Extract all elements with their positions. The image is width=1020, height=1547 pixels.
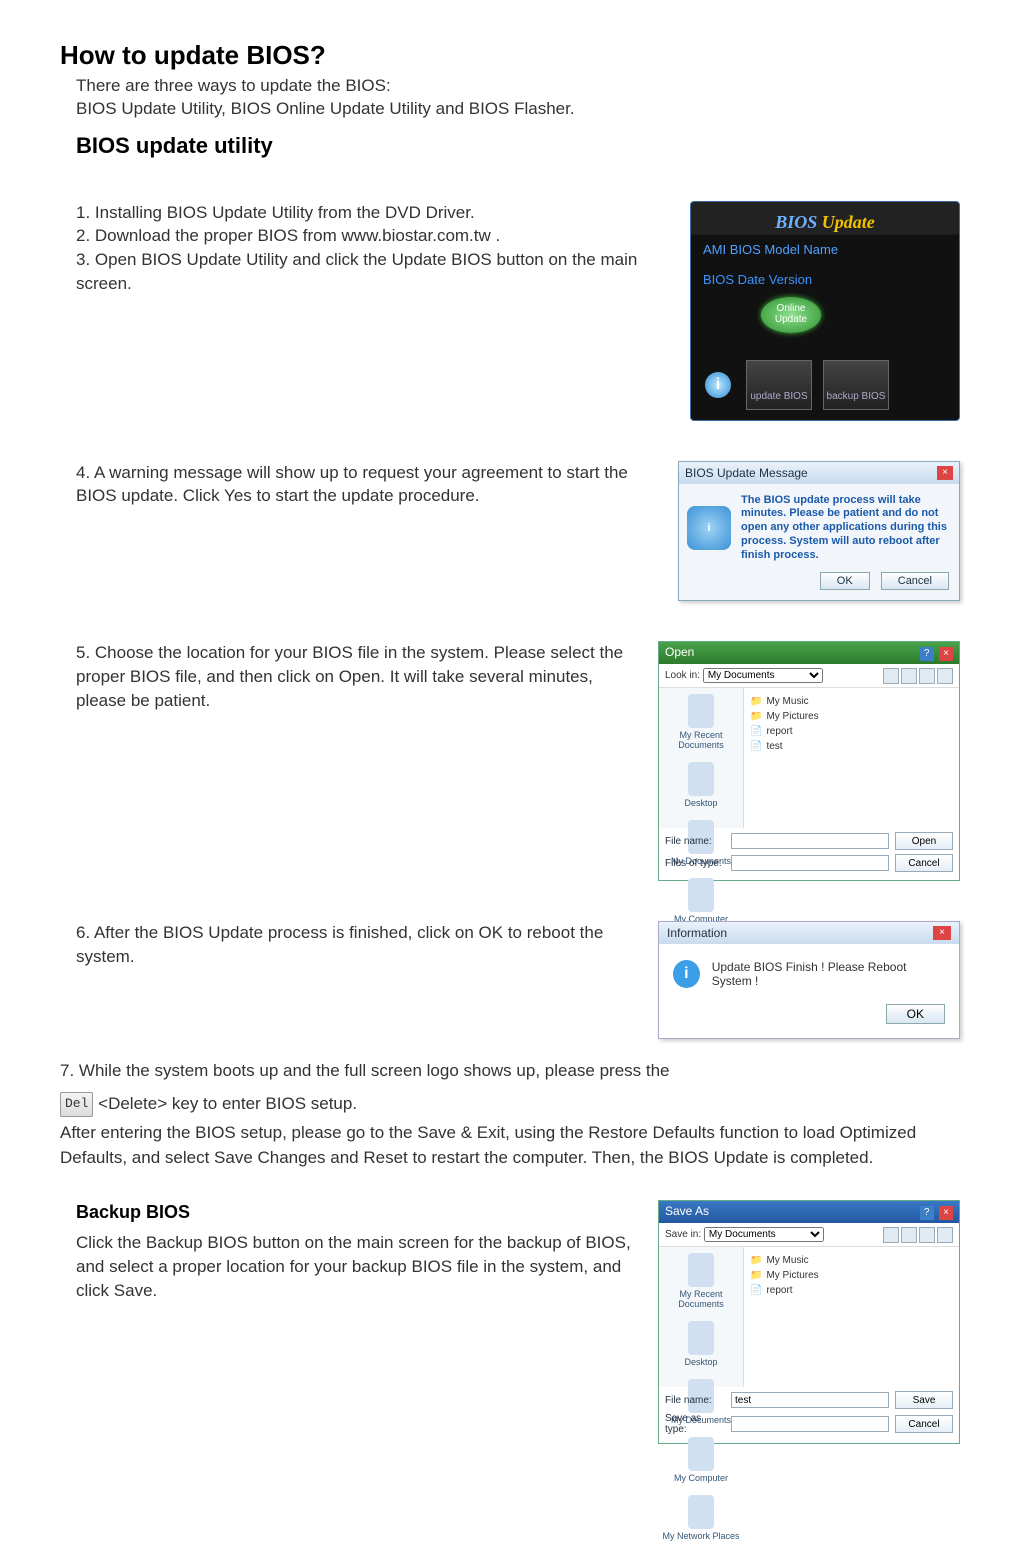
- close-icon[interactable]: ×: [939, 647, 953, 661]
- lookin-select[interactable]: My Documents: [703, 668, 823, 683]
- cancel-button[interactable]: Cancel: [895, 1415, 953, 1433]
- step-1: 1. Installing BIOS Update Utility from t…: [76, 201, 670, 225]
- open-title: Open: [665, 645, 694, 661]
- save-dialog-screenshot: Save As ? × Save in: My Documents My Rec…: [658, 1200, 960, 1444]
- bios-app-title: BIOS Update: [691, 212, 959, 233]
- place-network[interactable]: My Network Places: [659, 1489, 743, 1547]
- step-4: 4. A warning message will show up to req…: [60, 461, 658, 509]
- backup-section: Backup BIOS Click the Backup BIOS button…: [60, 1200, 638, 1303]
- filetype-input[interactable]: [731, 855, 889, 871]
- list-item[interactable]: My Pictures: [750, 1268, 953, 1283]
- ok-button[interactable]: OK: [886, 1004, 945, 1024]
- info-dialog-screenshot: Information × i Update BIOS Finish ! Ple…: [658, 921, 960, 1039]
- filename-label: File name:: [665, 836, 725, 847]
- bios-date: BIOS Date Version: [703, 272, 812, 287]
- list-item[interactable]: report: [750, 724, 953, 739]
- cancel-button[interactable]: Cancel: [881, 572, 949, 590]
- backup-text: Click the Backup BIOS button on the main…: [76, 1231, 638, 1302]
- intro-block: There are three ways to update the BIOS:…: [60, 75, 960, 161]
- newfolder-icon[interactable]: [919, 668, 935, 684]
- filetype-label: Files of type:: [665, 858, 725, 869]
- back-icon[interactable]: [883, 668, 899, 684]
- title-update: Update: [822, 212, 875, 232]
- view-icon[interactable]: [937, 1227, 953, 1243]
- intro-line-2: BIOS Update Utility, BIOS Online Update …: [76, 98, 960, 121]
- list-item[interactable]: My Music: [750, 694, 953, 709]
- bios-model: AMI BIOS Model Name: [703, 242, 838, 257]
- step-7-line1: 7. While the system boots up and the ful…: [60, 1059, 960, 1084]
- del-key-icon: Del: [60, 1092, 93, 1117]
- info-icon: i: [673, 960, 700, 988]
- filename-input[interactable]: [731, 833, 889, 849]
- bios-utility-screenshot: BIOS Update AMI BIOS Model Name BIOS Dat…: [690, 201, 960, 421]
- cancel-button[interactable]: Cancel: [895, 854, 953, 872]
- update-bios-button[interactable]: update BIOS: [746, 360, 812, 410]
- save-title: Save As: [665, 1204, 709, 1220]
- newfolder-icon[interactable]: [919, 1227, 935, 1243]
- lookin-label: Look in:: [665, 670, 700, 681]
- filename-input[interactable]: [731, 1392, 889, 1408]
- place-mycomputer[interactable]: My Computer: [659, 1431, 743, 1489]
- back-icon[interactable]: [883, 1227, 899, 1243]
- warning-message: The BIOS update process will take minute…: [741, 494, 951, 563]
- place-recent[interactable]: My Recent Documents: [659, 1247, 743, 1315]
- step-2: 2. Download the proper BIOS from www.bio…: [76, 224, 670, 248]
- warning-title: BIOS Update Message: [685, 466, 808, 480]
- filetype-input[interactable]: [731, 1416, 889, 1432]
- place-recent[interactable]: My Recent Documents: [659, 688, 743, 756]
- open-dialog-screenshot: Open ? × Look in: My Documents My Recent…: [658, 641, 960, 881]
- savein-select[interactable]: My Documents: [704, 1227, 824, 1242]
- section-heading-utility: BIOS update utility: [76, 131, 960, 161]
- close-icon[interactable]: ×: [933, 926, 951, 940]
- file-list: My Music My Pictures report test: [744, 688, 959, 828]
- step-7-line3: After entering the BIOS setup, please go…: [60, 1121, 960, 1170]
- ok-button[interactable]: OK: [820, 572, 870, 590]
- help-icon[interactable]: ?: [920, 647, 934, 661]
- places-bar: My Recent Documents Desktop My Documents…: [659, 688, 744, 828]
- open-button[interactable]: Open: [895, 832, 953, 850]
- view-icon[interactable]: [937, 668, 953, 684]
- close-icon[interactable]: ×: [939, 1206, 953, 1220]
- info-icon: i: [687, 506, 731, 550]
- filetype-label: Save as type:: [665, 1413, 725, 1435]
- step-7-line2: <Delete> key to enter BIOS setup.: [98, 1094, 357, 1113]
- up-icon[interactable]: [901, 668, 917, 684]
- list-item[interactable]: test: [750, 739, 953, 754]
- page-title: How to update BIOS?: [60, 40, 960, 71]
- help-icon[interactable]: ?: [920, 1206, 934, 1220]
- savein-label: Save in:: [665, 1229, 701, 1240]
- steps-1-3: 1. Installing BIOS Update Utility from t…: [60, 201, 670, 296]
- up-icon[interactable]: [901, 1227, 917, 1243]
- step-3: 3. Open BIOS Update Utility and click th…: [76, 248, 670, 296]
- filename-label: File name:: [665, 1395, 725, 1406]
- close-icon[interactable]: ×: [937, 466, 953, 480]
- backup-heading: Backup BIOS: [76, 1200, 638, 1225]
- info-title: Information: [667, 926, 727, 940]
- place-desktop[interactable]: Desktop: [659, 756, 743, 814]
- backup-bios-button[interactable]: backup BIOS: [823, 360, 889, 410]
- intro-line-1: There are three ways to update the BIOS:: [76, 75, 960, 98]
- title-bios: BIOS: [775, 212, 817, 232]
- info-icon[interactable]: i: [705, 372, 731, 398]
- file-list: My Music My Pictures report: [744, 1247, 959, 1387]
- warning-dialog-screenshot: BIOS Update Message × i The BIOS update …: [678, 461, 960, 602]
- online-update-button[interactable]: Online Update: [761, 297, 821, 333]
- info-message: Update BIOS Finish ! Please Reboot Syste…: [712, 960, 945, 988]
- list-item[interactable]: report: [750, 1283, 953, 1298]
- list-item[interactable]: My Music: [750, 1253, 953, 1268]
- places-bar: My Recent Documents Desktop My Documents…: [659, 1247, 744, 1387]
- step-5: 5. Choose the location for your BIOS fil…: [60, 641, 638, 712]
- list-item[interactable]: My Pictures: [750, 709, 953, 724]
- place-desktop[interactable]: Desktop: [659, 1315, 743, 1373]
- save-button[interactable]: Save: [895, 1391, 953, 1409]
- step-6: 6. After the BIOS Update process is fini…: [60, 921, 638, 969]
